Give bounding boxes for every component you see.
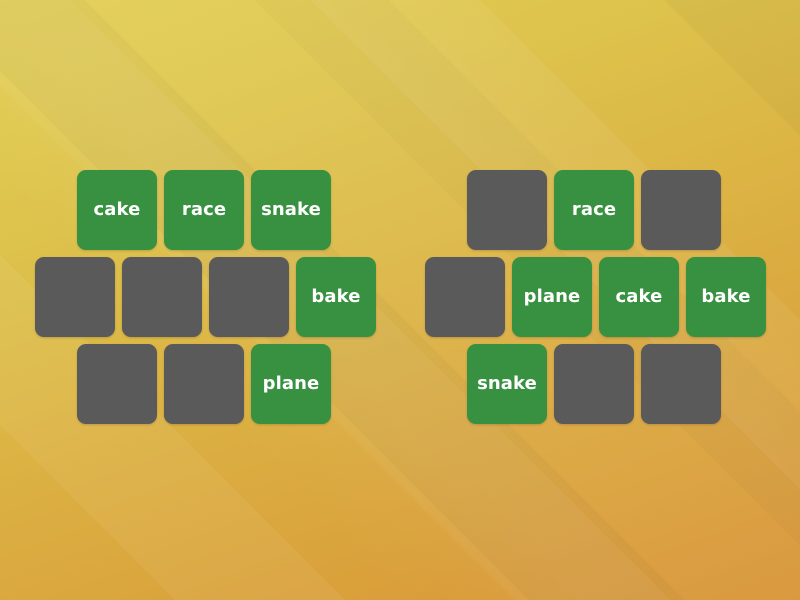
empty-tile-slot[interactable]	[554, 344, 634, 424]
word-tile[interactable]: bake	[686, 257, 766, 337]
tile-row: bake	[35, 257, 376, 337]
word-tile-label: snake	[477, 373, 537, 394]
tile-row: plane cake bake	[425, 257, 766, 337]
tile-row: snake	[425, 344, 766, 424]
word-tile[interactable]: bake	[296, 257, 376, 337]
empty-tile-slot[interactable]	[164, 344, 244, 424]
word-tile[interactable]: race	[164, 170, 244, 250]
empty-tile-slot[interactable]	[35, 257, 115, 337]
word-tile[interactable]: plane	[251, 344, 331, 424]
word-tile-label: cake	[93, 199, 141, 220]
right-tile-group: race plane cake bake snake	[425, 170, 766, 424]
word-tile[interactable]: race	[554, 170, 634, 250]
word-tile[interactable]: snake	[251, 170, 331, 250]
word-tile[interactable]: snake	[467, 344, 547, 424]
word-tile[interactable]: plane	[512, 257, 592, 337]
word-tile-label: bake	[701, 286, 751, 307]
word-tile-label: race	[181, 199, 227, 220]
activity-canvas: cake race snake bake plane race plane cake bake…	[0, 0, 800, 600]
tile-row: cake race snake	[35, 170, 376, 250]
empty-tile-slot[interactable]	[641, 170, 721, 250]
empty-tile-slot[interactable]	[467, 170, 547, 250]
empty-tile-slot[interactable]	[641, 344, 721, 424]
empty-tile-slot[interactable]	[425, 257, 505, 337]
empty-tile-slot[interactable]	[122, 257, 202, 337]
word-tile-label: race	[571, 199, 617, 220]
word-tile[interactable]: cake	[77, 170, 157, 250]
word-tile-label: bake	[311, 286, 361, 307]
word-tile-label: snake	[261, 199, 321, 220]
tile-row: race	[425, 170, 766, 250]
word-tile-label: plane	[262, 373, 320, 394]
word-tile[interactable]: cake	[599, 257, 679, 337]
left-tile-group: cake race snake bake plane	[35, 170, 376, 424]
word-tile-label: cake	[615, 286, 663, 307]
word-tile-label: plane	[523, 286, 581, 307]
tile-row: plane	[35, 344, 376, 424]
empty-tile-slot[interactable]	[77, 344, 157, 424]
empty-tile-slot[interactable]	[209, 257, 289, 337]
